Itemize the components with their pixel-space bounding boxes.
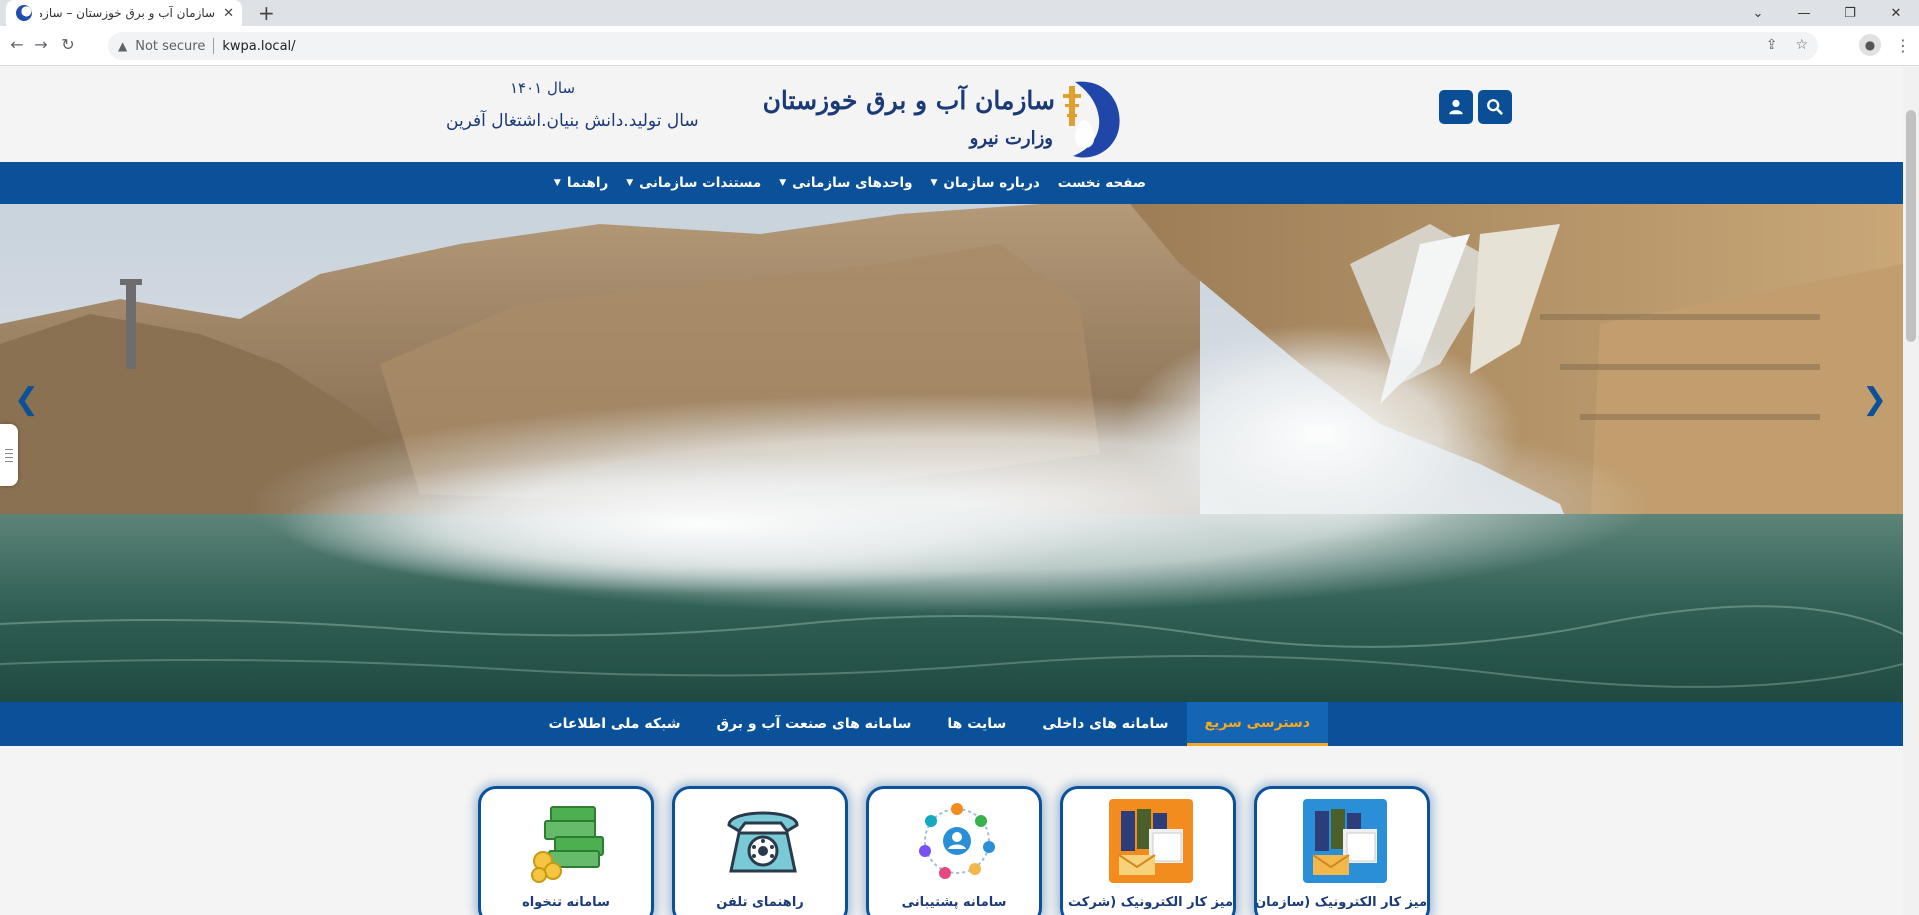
card-label: راهنمای تلفن: [716, 895, 804, 910]
organization-name: سازمان آب و برق خوزستان: [762, 86, 1055, 115]
card-label: میز کار الکترونیک (شرکت ها): [1060, 895, 1233, 910]
nav-item-label: واحدهای سازمانی: [792, 175, 913, 191]
hero-slider[interactable]: ❮ ❯: [0, 204, 1903, 702]
nav-item-guide[interactable]: راهنما ▼: [545, 175, 617, 191]
slider-prev-arrow-icon[interactable]: ❮: [14, 382, 39, 417]
back-arrow-icon[interactable]: ←: [6, 35, 28, 54]
card-support-system[interactable]: سامانه پشتیبانی: [866, 786, 1042, 915]
money-stack-icon: [531, 806, 604, 883]
close-window-button[interactable]: ✕: [1873, 0, 1919, 26]
slider-next-arrow-icon[interactable]: ❯: [1862, 382, 1887, 417]
profile-avatar-icon[interactable]: ●: [1859, 34, 1881, 56]
address-bar[interactable]: ▲ Not secure kwpa.local/ ⇪ ☆: [108, 32, 1818, 60]
forward-arrow-icon[interactable]: →: [30, 35, 52, 54]
nav-item-label: صفحه نخست: [1057, 175, 1146, 191]
user-login-button[interactable]: [1439, 90, 1473, 124]
card-petty-cash-system[interactable]: سامانه تنخواه: [478, 786, 654, 915]
office-folders-icon: [1303, 799, 1387, 883]
new-tab-button[interactable]: +: [258, 1, 275, 25]
card-phone-directory[interactable]: راهنمای تلفن: [672, 786, 848, 915]
year-motto: سال تولید.دانش بنیان.اشتغال آفرین: [446, 111, 699, 131]
nav-item-units[interactable]: واحدهای سازمانی ▼: [770, 175, 921, 191]
nav-item-label: درباره سازمان: [943, 175, 1040, 191]
browser-toolbar: ← → ↻ ▲ Not secure kwpa.local/ ⇪ ☆ ● ⋮: [0, 26, 1919, 66]
chevron-down-icon: ▼: [553, 178, 561, 188]
search-button[interactable]: [1478, 90, 1512, 124]
search-icon: [1487, 99, 1503, 115]
support-network-icon: [919, 803, 995, 879]
tab-quick-access[interactable]: دسترسی سریع: [1186, 702, 1328, 746]
kwpa-logo-icon: [1063, 81, 1120, 158]
nav-item-label: مستندات سازمانی: [639, 175, 762, 191]
tab-industry-systems[interactable]: سامانه های صنعت آب و برق: [698, 702, 929, 746]
year-label: سال ۱۴۰۱: [510, 79, 576, 97]
site-logo[interactable]: سازمان آب و برق خوزستان وزارت نیرو: [763, 70, 1125, 160]
side-panel-handle[interactable]: [0, 424, 18, 486]
chevron-down-icon: ▼: [626, 178, 634, 188]
chevron-down-icon: ▼: [779, 178, 787, 188]
restore-button[interactable]: ❐: [1827, 0, 1873, 26]
minimize-button[interactable]: —: [1781, 0, 1827, 26]
window-controls: ⌄ — ❐ ✕: [1735, 0, 1919, 26]
nav-item-about[interactable]: درباره سازمان ▼: [922, 175, 1049, 191]
card-e-desk-companies[interactable]: میز کار الکترونیک (شرکت ها): [1060, 786, 1236, 915]
browser-menu-icon[interactable]: ⋮: [1895, 36, 1911, 55]
web-page: سازمان آب و برق خوزستان وزارت نیرو سال ۱…: [0, 66, 1903, 915]
card-label: سامانه تنخواه: [522, 895, 610, 910]
nav-item-label: راهنما: [566, 175, 609, 191]
card-e-desk-organization[interactable]: میز کار الکترونیک (سازمان): [1254, 786, 1430, 915]
card-label: میز کار الکترونیک (سازمان): [1254, 895, 1427, 910]
tab-national-network[interactable]: شبکه ملی اطلاعات: [531, 702, 699, 746]
reload-icon[interactable]: ↻: [57, 35, 79, 54]
bookmark-star-icon[interactable]: ☆: [1795, 37, 1808, 53]
browser-tab-title: سازمان آب و برق خوزستان – سازمان آب و بر…: [40, 6, 216, 20]
office-folders-orange-icon: [1109, 799, 1193, 883]
site-header: سازمان آب و برق خوزستان وزارت نیرو سال ۱…: [0, 66, 1903, 162]
site-favicon-icon: [16, 5, 32, 21]
address-separator: [213, 38, 215, 54]
chevron-down-icon: ▼: [930, 178, 938, 188]
main-navigation: صفحه نخست درباره سازمان ▼ واحدهای سازمانی…: [0, 162, 1903, 204]
share-icon[interactable]: ⇪: [1766, 37, 1778, 53]
security-label[interactable]: Not secure: [135, 39, 205, 54]
quick-access-tabs: دسترسی سریع سامانه های داخلی سایت ها سام…: [0, 702, 1903, 746]
quick-access-cards: میز کار الکترونیک (سازمان) میز کار الکتر…: [478, 786, 1430, 915]
nav-item-documents[interactable]: مستندات سازمانی ▼: [617, 175, 770, 191]
browser-tab-bar: سازمان آب و برق خوزستان – سازمان آب و بر…: [0, 0, 1919, 26]
ministry-name: وزارت نیرو: [969, 128, 1053, 149]
card-label: سامانه پشتیبانی: [901, 895, 1007, 910]
tab-search-icon[interactable]: ⌄: [1735, 0, 1781, 26]
warning-triangle-icon[interactable]: ▲: [118, 39, 127, 53]
page-scrollbar[interactable]: [1903, 66, 1919, 915]
scrollbar-thumb[interactable]: [1906, 110, 1916, 342]
telephone-icon: [727, 811, 799, 873]
nav-item-home[interactable]: صفحه نخست: [1049, 175, 1155, 191]
user-icon: [1449, 99, 1463, 115]
dam-spillway-image: [0, 204, 1903, 702]
tab-sites[interactable]: سایت ها: [929, 702, 1024, 746]
tab-internal-systems[interactable]: سامانه های داخلی: [1024, 702, 1186, 746]
url-text[interactable]: kwpa.local/: [222, 39, 295, 54]
close-tab-icon[interactable]: ✕: [223, 6, 234, 21]
browser-tab[interactable]: سازمان آب و برق خوزستان – سازمان آب و بر…: [6, 0, 242, 26]
